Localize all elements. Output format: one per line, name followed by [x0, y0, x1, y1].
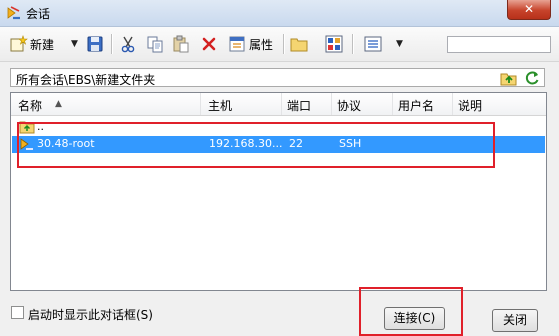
- xshell-app-icon: [6, 5, 22, 21]
- column-header-protocol[interactable]: 协议: [337, 97, 361, 114]
- column-header-username[interactable]: 用户名: [398, 97, 434, 114]
- column-divider[interactable]: [452, 93, 453, 115]
- copy-icon: [146, 35, 164, 53]
- new-session-label: 新建: [30, 37, 55, 52]
- column-divider[interactable]: [392, 93, 393, 115]
- session-path: 所有会话\EBS\新建文件夹: [16, 73, 156, 87]
- cut-button[interactable]: [120, 34, 136, 54]
- new-session-button[interactable]: 新建: [10, 34, 54, 54]
- session-path-bar: 所有会话\EBS\新建文件夹: [10, 68, 545, 87]
- view-mode-button[interactable]: [364, 34, 382, 54]
- grid-options-icon: [325, 35, 343, 53]
- properties-label: 属性: [249, 37, 274, 52]
- column-divider[interactable]: [200, 93, 201, 115]
- window-title: 会话: [26, 7, 51, 21]
- paste-icon: [172, 35, 190, 53]
- column-header-host[interactable]: 主机: [208, 97, 232, 114]
- toolbar-separator: [111, 34, 113, 54]
- view-mode-dropdown[interactable]: ▼: [396, 34, 403, 54]
- toolbar-separator: [352, 34, 354, 54]
- save-session-button[interactable]: [86, 34, 104, 54]
- list-header: 名称 ▲ 主机 端口 协议 用户名 说明: [11, 93, 546, 116]
- refresh-icon[interactable]: [524, 70, 540, 89]
- highlight-box-session-row: [17, 122, 495, 168]
- connect-button[interactable]: 连接(C): [384, 307, 445, 330]
- properties-icon: [228, 35, 246, 53]
- folder-icon: [290, 36, 308, 52]
- column-header-name[interactable]: 名称: [18, 97, 42, 114]
- session-options-button[interactable]: [325, 34, 343, 54]
- show-on-startup-checkbox[interactable]: [11, 306, 24, 319]
- session-search-input[interactable]: [447, 36, 551, 53]
- column-divider[interactable]: [281, 93, 282, 115]
- column-header-port[interactable]: 端口: [287, 97, 311, 114]
- toolbar-separator: [283, 34, 285, 54]
- paste-button[interactable]: [172, 34, 190, 54]
- cut-icon: [120, 35, 136, 53]
- delete-icon: [201, 36, 217, 52]
- column-divider[interactable]: [331, 93, 332, 115]
- delete-button[interactable]: [201, 34, 217, 54]
- show-on-startup-label: 启动时显示此对话框(S): [28, 308, 153, 322]
- new-session-dropdown[interactable]: ▼: [71, 34, 78, 54]
- new-folder-button[interactable]: [290, 34, 308, 54]
- new-session-icon: [10, 35, 28, 53]
- copy-button[interactable]: [146, 34, 164, 54]
- properties-button[interactable]: 属性: [228, 34, 273, 54]
- close-button[interactable]: 关闭: [492, 309, 538, 332]
- folder-up-icon[interactable]: [500, 70, 518, 89]
- title-bar: 会话 ✕: [0, 0, 559, 27]
- save-icon: [86, 35, 104, 53]
- window-close-button[interactable]: ✕: [507, 0, 551, 20]
- column-header-description[interactable]: 说明: [458, 97, 482, 114]
- list-view-icon: [364, 36, 382, 52]
- sort-ascending-icon: ▲: [55, 99, 62, 109]
